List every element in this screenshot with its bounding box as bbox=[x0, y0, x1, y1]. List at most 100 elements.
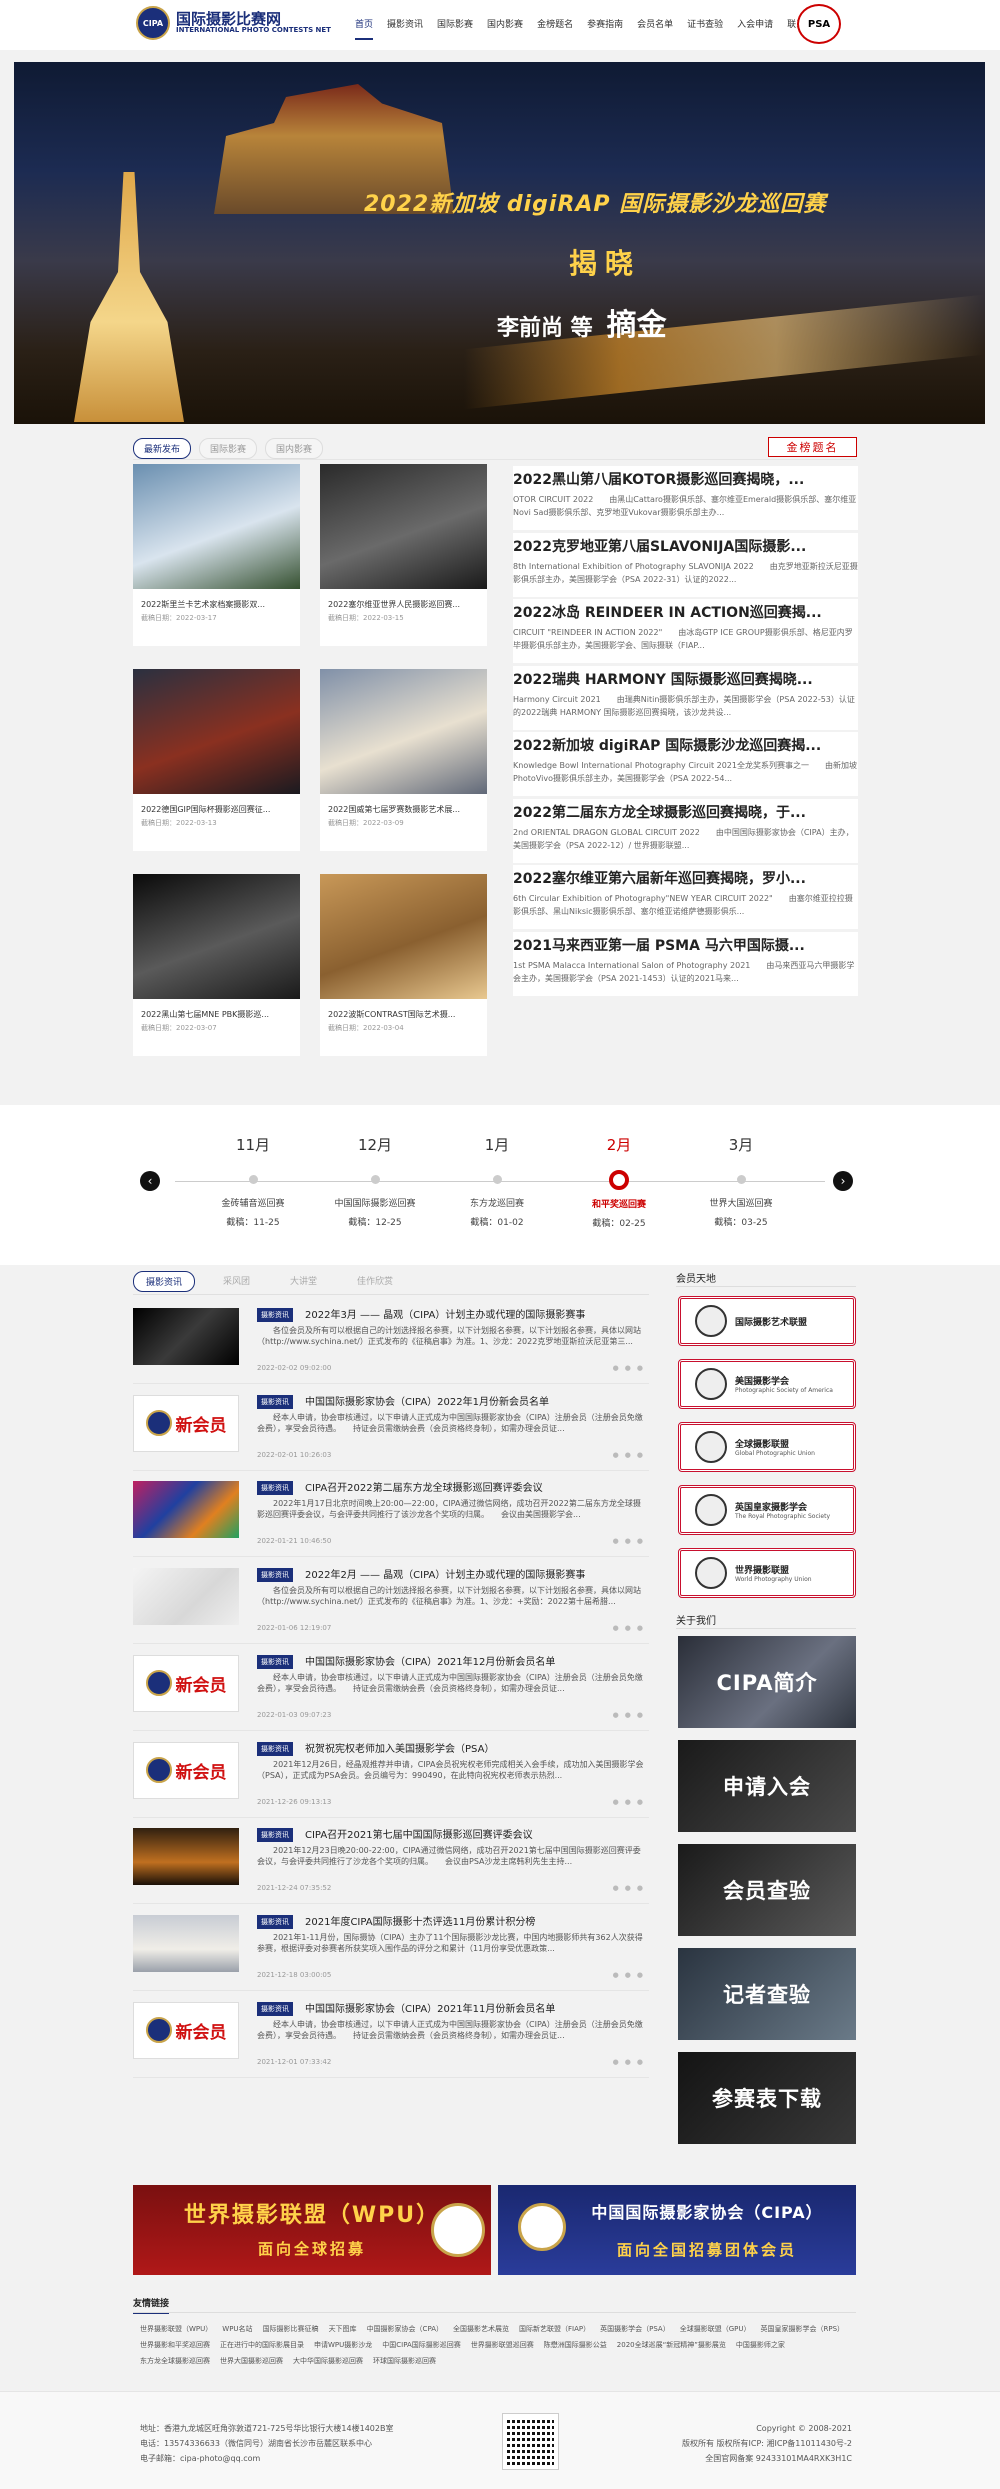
friend-link[interactable]: 环球国际摄影巡回赛 bbox=[373, 2357, 436, 2365]
article-thumbnail[interactable] bbox=[133, 1828, 239, 1886]
comment-icon[interactable]: ● bbox=[625, 2058, 637, 2066]
news-title[interactable]: 2022克罗地亚第八届SLAVONIJA国际摄影... bbox=[513, 533, 858, 556]
view-icon[interactable]: ● bbox=[613, 1537, 625, 1545]
article-tab[interactable]: 佳作欣赏 bbox=[345, 1271, 405, 1292]
article-tab[interactable]: 大讲堂 bbox=[278, 1271, 329, 1292]
news-title[interactable]: 2022冰岛 REINDEER IN ACTION巡回赛揭... bbox=[513, 599, 858, 622]
member-org-card[interactable]: 国际摄影艺术联盟 bbox=[678, 1296, 856, 1346]
view-icon[interactable]: ● bbox=[613, 1971, 625, 1979]
article-thumbnail[interactable] bbox=[133, 1568, 239, 1626]
psa-badge-icon[interactable]: PSA bbox=[797, 4, 841, 44]
comment-icon[interactable]: ● bbox=[625, 1884, 637, 1892]
like-icon[interactable]: ● bbox=[637, 1624, 649, 1632]
article-title[interactable]: 2021年度CIPA国际摄影十杰评选11月份累计积分榜 bbox=[305, 1913, 645, 1928]
comment-icon[interactable]: ● bbox=[625, 1451, 637, 1459]
friend-link[interactable]: WPU名站 bbox=[222, 2325, 252, 2333]
nav-item[interactable]: 参赛指南 bbox=[587, 17, 623, 40]
view-icon[interactable]: ● bbox=[613, 1711, 625, 1719]
new-member-thumbnail[interactable]: 新会员 bbox=[133, 2001, 239, 2059]
article-item[interactable]: 摄影资讯 CIPA召开2022第二届东方龙全球摄影巡回赛评委会议 2022年1月17… bbox=[133, 1471, 649, 1558]
article-tab[interactable]: 摄影资讯 bbox=[133, 1271, 196, 1292]
article-title[interactable]: 中国国际摄影家协会（CIPA）2021年12月份新会员名单 bbox=[305, 1653, 645, 1668]
friend-link[interactable]: 世界摄影联盟（WPU） bbox=[140, 2325, 212, 2333]
view-icon[interactable]: ● bbox=[613, 1884, 625, 1892]
friend-link[interactable]: 2020全球巡展“新冠精神”摄影展览 bbox=[617, 2341, 726, 2349]
photo-contest-card[interactable]: 2022黑山第七届MNE PBK摄影巡... 截稿日期：2022-03-07 bbox=[133, 874, 300, 1056]
article-title[interactable]: 中国国际摄影家协会（CIPA）2021年11月份新会员名单 bbox=[305, 2000, 645, 2015]
news-tab[interactable]: 国际影赛 bbox=[199, 438, 258, 459]
article-item[interactable]: 新会员 摄影资讯 祝贺祝宪权老师加入美国摄影学会（PSA） 2021年12月26日，经… bbox=[133, 1732, 649, 1818]
nav-item[interactable]: 国际影赛 bbox=[437, 17, 473, 40]
friend-link[interactable]: 陈懋洲国际摄影公益 bbox=[544, 2341, 607, 2349]
article-thumbnail[interactable] bbox=[133, 1308, 239, 1365]
article-item[interactable]: 摄影资讯 2022年3月 —— 晶观（CIPA）计划主办或代理的国际摄影赛事 各位会… bbox=[133, 1298, 649, 1384]
friend-link[interactable]: 中国CIPA国际摄影巡回赛 bbox=[382, 2341, 461, 2349]
next-arrow-icon[interactable]: › bbox=[833, 1171, 853, 1191]
comment-icon[interactable]: ● bbox=[625, 1971, 637, 1979]
news-item[interactable]: 2022新加坡 digiRAP 国际摄影沙龙巡回赛揭... Knowledge B… bbox=[513, 732, 858, 796]
new-member-thumbnail[interactable]: 新会员 bbox=[133, 1654, 239, 1712]
friend-link[interactable]: 全国摄影艺术展览 bbox=[453, 2325, 509, 2333]
friend-link[interactable]: 东方龙全球摄影巡回赛 bbox=[140, 2357, 210, 2365]
nav-item[interactable]: 首页 bbox=[355, 17, 374, 40]
member-org-card[interactable]: 美国摄影学会 Photographic Society of America bbox=[678, 1359, 856, 1409]
cipa-promo-banner[interactable]: 中国国际摄影家协会（CIPA） 面向全国招募团体会员 bbox=[498, 2185, 856, 2275]
friend-link[interactable]: 全球摄影联盟（GPU） bbox=[680, 2325, 751, 2333]
news-title[interactable]: 2021马来西亚第一届 PSMA 马六甲国际摄... bbox=[513, 932, 858, 955]
friend-link[interactable]: 中国摄影师之家 bbox=[736, 2341, 785, 2349]
about-link[interactable]: 会员查验 bbox=[678, 1844, 856, 1936]
view-icon[interactable]: ● bbox=[613, 1798, 625, 1806]
comment-icon[interactable]: ● bbox=[625, 1624, 637, 1632]
news-title[interactable]: 2022新加坡 digiRAP 国际摄影沙龙巡回赛揭... bbox=[513, 732, 858, 755]
news-item[interactable]: 2022冰岛 REINDEER IN ACTION巡回赛揭... CIRCUIT … bbox=[513, 599, 858, 663]
news-title[interactable]: 2022第二届东方龙全球摄影巡回赛揭晓，于... bbox=[513, 799, 858, 822]
member-org-card[interactable]: 英国皇家摄影学会 The Royal Photographic Society bbox=[678, 1485, 856, 1535]
news-item[interactable]: 2021马来西亚第一届 PSMA 马六甲国际摄... 1st PSMA Malac… bbox=[513, 931, 858, 996]
nav-item[interactable]: 入会申请 bbox=[737, 17, 773, 40]
like-icon[interactable]: ● bbox=[637, 1451, 649, 1459]
article-title[interactable]: 2022年3月 —— 晶观（CIPA）计划主办或代理的国际摄影赛事 bbox=[305, 1306, 645, 1321]
news-item[interactable]: 2022黑山第八届KOTOR摄影巡回赛揭晓，... OTOR CIRCUIT 20… bbox=[513, 466, 858, 530]
news-item[interactable]: 2022瑞典 HARMONY 国际摄影巡回赛揭晓... Harmony Circu… bbox=[513, 665, 858, 730]
article-thumbnail[interactable] bbox=[133, 1481, 239, 1539]
photo-contest-card[interactable]: 2022德国GIP国际杯摄影巡回赛征... 截稿日期：2022-03-13 bbox=[133, 669, 300, 851]
comment-icon[interactable]: ● bbox=[625, 1711, 637, 1719]
article-item[interactable]: 摄影资讯 2022年2月 —— 晶观（CIPA）计划主办或代理的国际摄影赛事 各位会… bbox=[133, 1558, 649, 1645]
like-icon[interactable]: ● bbox=[637, 1971, 649, 1979]
like-icon[interactable]: ● bbox=[637, 1798, 649, 1806]
friend-link[interactable]: 大中华国际摄影巡回赛 bbox=[293, 2357, 363, 2365]
article-title[interactable]: CIPA召开2022第二届东方龙全球摄影巡回赛评委会议 bbox=[305, 1479, 645, 1494]
about-link[interactable]: 申请入会 bbox=[678, 1740, 856, 1832]
news-title[interactable]: 2022塞尔维亚第六届新年巡回赛揭晓，罗小... bbox=[513, 865, 858, 888]
new-member-thumbnail[interactable]: 新会员 bbox=[133, 1741, 239, 1799]
news-tab[interactable]: 最新发布 bbox=[133, 438, 192, 459]
article-title[interactable]: 中国国际摄影家协会（CIPA）2022年1月份新会员名单 bbox=[305, 1393, 645, 1408]
view-icon[interactable]: ● bbox=[613, 1364, 625, 1372]
view-icon[interactable]: ● bbox=[613, 1624, 625, 1632]
news-title[interactable]: 2022黑山第八届KOTOR摄影巡回赛揭晓，... bbox=[513, 466, 858, 489]
news-item[interactable]: 2022塞尔维亚第六届新年巡回赛揭晓，罗小... 6th Circular Exh… bbox=[513, 865, 858, 929]
site-logo[interactable]: CIPA 国际摄影比赛网 INTERNATIONAL PHOTO CONTEST… bbox=[136, 6, 331, 40]
view-icon[interactable]: ● bbox=[613, 2058, 625, 2066]
article-title[interactable]: 2022年2月 —— 晶观（CIPA）计划主办或代理的国际摄影赛事 bbox=[305, 1566, 645, 1581]
wpu-promo-banner[interactable]: 世界摄影联盟（WPU） 面向全球招募 bbox=[133, 2185, 491, 2275]
nav-item[interactable]: 会员名单 bbox=[637, 17, 673, 40]
comment-icon[interactable]: ● bbox=[625, 1537, 637, 1545]
comment-icon[interactable]: ● bbox=[625, 1798, 637, 1806]
nav-item[interactable]: 金榜题名 bbox=[537, 17, 573, 40]
article-tab[interactable]: 采风团 bbox=[211, 1271, 262, 1292]
nav-item[interactable]: 证书查验 bbox=[687, 17, 723, 40]
news-item[interactable]: 2022第二届东方龙全球摄影巡回赛揭晓，于... 2nd ORIENTAL DRA… bbox=[513, 798, 858, 863]
friend-link[interactable]: 世界摄影联盟巡回赛 bbox=[471, 2341, 534, 2349]
photo-contest-card[interactable]: 2022塞尔维亚世界人民摄影巡回赛... 截稿日期：2022-03-15 bbox=[320, 464, 487, 646]
friend-link[interactable]: 中国摄影家协会（CPA） bbox=[367, 2325, 443, 2333]
friend-link[interactable]: 世界大国摄影巡回赛 bbox=[220, 2357, 283, 2365]
article-thumbnail[interactable] bbox=[133, 1914, 239, 1972]
photo-contest-card[interactable]: 2022国威第七届罗赛数摄影艺术展... 截稿日期：2022-03-09 bbox=[320, 669, 487, 851]
gold-list-button[interactable]: 金榜题名 bbox=[768, 437, 857, 457]
article-title[interactable]: 祝贺祝宪权老师加入美国摄影学会（PSA） bbox=[305, 1740, 645, 1755]
hero-banner[interactable]: 2022新加坡 digiRAP 国际摄影沙龙巡回赛 揭晓 李前尚 等摘金 bbox=[14, 62, 985, 424]
news-tab[interactable]: 国内影赛 bbox=[265, 438, 324, 459]
photo-contest-card[interactable]: 2022斯里兰卡艺术家档案摄影双... 截稿日期：2022-03-17 bbox=[133, 464, 300, 646]
article-title[interactable]: CIPA召开2021第七届中国国际摄影巡回赛评委会议 bbox=[305, 1826, 645, 1841]
